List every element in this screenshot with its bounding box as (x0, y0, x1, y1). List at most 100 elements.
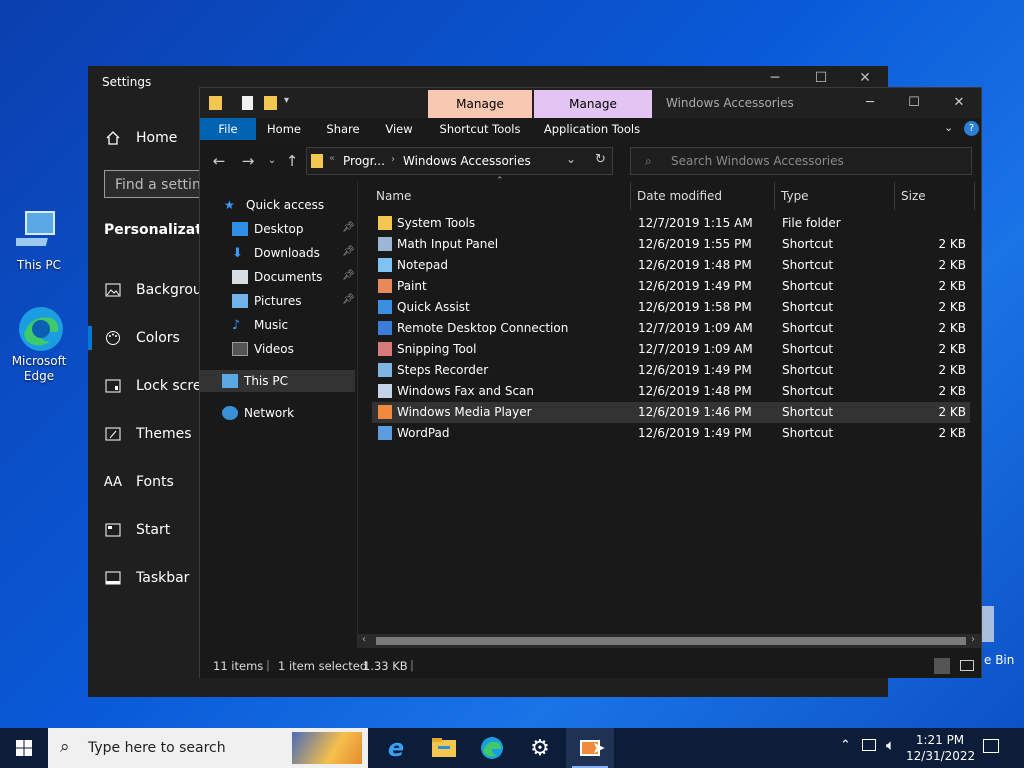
taskbar-ie[interactable]: e (372, 728, 420, 768)
folder-icon[interactable] (209, 96, 222, 110)
table-row[interactable]: Windows Media Player 12/6/2019 1:46 PM Sho… (372, 402, 970, 423)
address-dropdown-icon[interactable]: ⌄ (566, 152, 576, 166)
table-row[interactable]: Steps Recorder 12/6/2019 1:49 PM Shortcut 2… (372, 360, 970, 381)
search-input[interactable]: ⌕ Search Windows Accessories (630, 147, 972, 175)
nav-network[interactable]: Network (222, 402, 294, 424)
explorer-title-bar[interactable]: ▾ Manage Manage Windows Accessories ─ ☐ … (200, 88, 981, 118)
volume-icon[interactable]: 🔈︎ (886, 736, 895, 754)
tab-share[interactable]: Share (316, 118, 370, 140)
taskbar-search-box[interactable]: ⌕ Type here to search (48, 728, 368, 768)
settings-item-colors[interactable]: Colors (104, 323, 180, 353)
manage-tab-application[interactable]: Manage (534, 90, 652, 118)
taskbar-settings[interactable]: ⚙ (516, 728, 564, 768)
recent-locations-button[interactable]: ⌄ (263, 153, 281, 169)
new-folder-icon[interactable] (264, 96, 277, 110)
large-icons-view-button[interactable] (960, 660, 974, 671)
file-size: 2 KB (938, 405, 966, 419)
table-row[interactable]: System Tools 12/7/2019 1:15 AM File folder (372, 213, 970, 234)
tab-file[interactable]: File (200, 118, 256, 140)
address-bar-row: ← → ⌄ ↑ « Progr... › Windows Accessories… (200, 140, 981, 182)
nav-this-pc[interactable]: This PC (200, 370, 355, 392)
table-row[interactable]: Paint 12/6/2019 1:49 PM Shortcut 2 KB (372, 276, 970, 297)
nav-downloads[interactable]: ⬇ Downloads (232, 242, 320, 264)
network-status-icon[interactable] (862, 739, 876, 751)
back-button[interactable]: ← (210, 153, 228, 169)
pin-icon[interactable]: 📌︎ (342, 294, 355, 305)
customize-quick-access-icon[interactable]: ▾ (284, 95, 289, 106)
close-button[interactable]: ✕ (937, 92, 981, 114)
desktop-icon-this-pc[interactable]: This PC (4, 208, 74, 272)
scroll-left-icon[interactable]: ‹ (362, 634, 366, 645)
settings-item-taskbar[interactable]: Taskbar (104, 563, 189, 593)
settings-home[interactable]: Home (104, 123, 177, 153)
pin-icon[interactable]: 📌︎ (342, 246, 355, 257)
column-header-name[interactable]: Name (370, 182, 631, 210)
scroll-right-icon[interactable]: › (971, 634, 975, 645)
expand-ribbon-icon[interactable]: ⌄ (944, 121, 953, 134)
window-title: Windows Accessories (666, 96, 794, 110)
file-name: System Tools (397, 216, 476, 230)
nav-documents[interactable]: Documents (232, 266, 322, 288)
ribbon-tabs: File Home Share View Shortcut Tools Appl… (200, 118, 981, 141)
address-bar[interactable]: « Progr... › Windows Accessories ⌄ ↻ (306, 147, 613, 175)
file-type: Shortcut (782, 426, 834, 440)
internet-explorer-icon: e (387, 734, 405, 762)
column-header-type[interactable]: Type (775, 182, 895, 210)
settings-item-start[interactable]: Start (104, 515, 170, 545)
tab-home[interactable]: Home (260, 118, 308, 140)
shortcut-icon (378, 237, 392, 251)
file-date-modified: 12/7/2019 1:09 AM (638, 342, 753, 356)
home-icon (104, 129, 122, 147)
column-header-date[interactable]: Date modified (631, 182, 775, 210)
maximize-button[interactable]: ☐ (892, 92, 936, 114)
refresh-icon[interactable]: ↻ (595, 152, 606, 167)
shortcut-icon (378, 426, 392, 440)
pin-icon[interactable]: 📌︎ (342, 270, 355, 281)
file-date-modified: 12/6/2019 1:49 PM (638, 426, 752, 440)
desktop-icon-edge[interactable]: Microsoft Edge (4, 304, 74, 384)
breadcrumb-item[interactable]: Progr... (343, 154, 385, 168)
taskbar-clock[interactable]: 1:21 PM 12/31/2022 (906, 732, 975, 764)
download-icon: ⬇ (232, 246, 243, 261)
settings-item-fonts[interactable]: A͏A Fonts (104, 467, 174, 497)
notification-center-icon[interactable] (983, 739, 999, 753)
nav-videos[interactable]: Videos (232, 338, 294, 360)
taskbar-edge[interactable] (468, 728, 516, 768)
forward-button[interactable]: → (239, 153, 257, 169)
table-row[interactable]: Notepad 12/6/2019 1:48 PM Shortcut 2 KB (372, 255, 970, 276)
help-icon[interactable]: ? (964, 121, 979, 136)
show-hidden-icons-icon[interactable]: ⌃ (840, 738, 851, 753)
table-row[interactable]: WordPad 12/6/2019 1:49 PM Shortcut 2 KB (372, 423, 970, 444)
minimize-button[interactable]: ─ (848, 92, 892, 114)
table-row[interactable]: Windows Fax and Scan 12/6/2019 1:48 PM Sho… (372, 381, 970, 402)
table-row[interactable]: Math Input Panel 12/6/2019 1:55 PM Shortcu… (372, 234, 970, 255)
column-header-size[interactable]: Size (895, 182, 975, 210)
nav-pictures[interactable]: Pictures (232, 290, 302, 312)
horizontal-scrollbar[interactable]: ‹ › (358, 634, 981, 648)
taskbar-media-app[interactable]: ➤ (566, 728, 614, 768)
table-row[interactable]: Quick Assist 12/6/2019 1:58 PM Shortcut 2 K… (372, 297, 970, 318)
pin-icon[interactable]: 📌︎ (342, 222, 355, 233)
breadcrumb-item[interactable]: Windows Accessories (403, 154, 531, 168)
file-type: Shortcut (782, 405, 834, 419)
nav-quick-access[interactable]: ★ Quick access (224, 194, 324, 216)
settings-item-themes[interactable]: Themes (104, 419, 192, 449)
tab-shortcut-tools[interactable]: Shortcut Tools (430, 118, 530, 140)
taskbar-file-explorer[interactable] (420, 728, 468, 768)
scrollbar-thumb[interactable] (376, 637, 966, 645)
up-button[interactable]: ↑ (283, 153, 301, 169)
recycle-bin-label[interactable]: e Bin (984, 653, 1014, 667)
nav-desktop[interactable]: Desktop (232, 218, 304, 240)
file-name: Snipping Tool (397, 342, 477, 356)
manage-tab-shortcut[interactable]: Manage (428, 90, 532, 118)
tab-application-tools[interactable]: Application Tools (536, 118, 648, 140)
nav-music[interactable]: ♪ Music (232, 314, 288, 336)
details-view-button[interactable] (934, 658, 950, 674)
picture-icon (104, 281, 122, 299)
properties-icon[interactable] (242, 96, 253, 110)
table-row[interactable]: Snipping Tool 12/7/2019 1:09 AM Shortcut 2 … (372, 339, 970, 360)
start-button[interactable] (0, 728, 48, 768)
tab-view[interactable]: View (374, 118, 424, 140)
table-row[interactable]: Remote Desktop Connection 12/7/2019 1:09 … (372, 318, 970, 339)
file-size: 2 KB (938, 342, 966, 356)
